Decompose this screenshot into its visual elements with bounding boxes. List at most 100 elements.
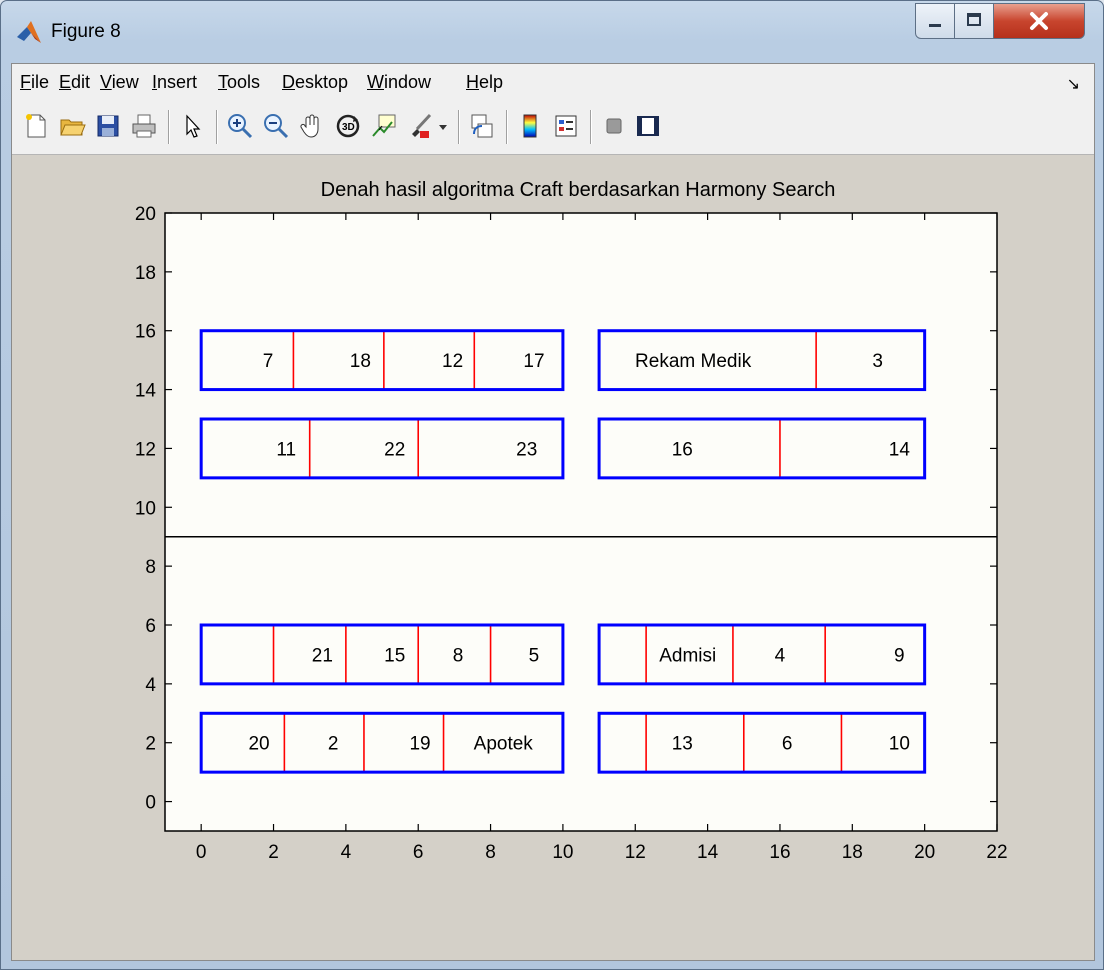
print-icon[interactable] [130,112,158,140]
y-tick-label: 10 [135,498,156,519]
x-tick-label: 16 [769,842,790,863]
menu-bar: File Edit View Insert Tools Desktop Window Help… [12,64,1094,101]
maximize-button[interactable] [954,3,994,39]
figure-canvas: Denah hasil algoritma Craft berdasarkan … [12,155,1094,960]
menu-edit[interactable]: Edit [59,72,90,93]
y-tick-label: 12 [135,439,156,460]
matlab-logo-icon [17,21,41,43]
data-cursor-icon[interactable] [370,112,398,140]
insert-colorbar-icon[interactable] [516,112,544,140]
menu-insert[interactable]: Insert [152,72,197,93]
x-tick-label: 2 [268,842,279,863]
maximize-icon [967,13,981,26]
x-tick-label: 0 [196,842,207,863]
menu-accelerator: E [59,72,72,92]
menu-desktop[interactable]: Desktop [282,72,348,93]
figure-client-area: File Edit View Insert Tools Desktop Window Help… [11,63,1095,961]
room-label: 5 [529,645,540,666]
zoom-in-icon[interactable] [226,112,254,140]
x-tick-label: 6 [413,842,424,863]
pan-hand-icon[interactable] [298,112,326,140]
y-tick-label: 14 [135,381,157,402]
insert-legend-icon[interactable] [552,112,580,140]
menu-accelerator: W [367,72,384,92]
toolbar-separator [168,110,170,144]
room-label: 14 [889,439,911,460]
room-label: 11 [276,439,296,460]
open-file-icon[interactable] [58,112,86,140]
y-tick-label: 6 [145,616,156,637]
close-button[interactable] [993,3,1085,39]
menu-view[interactable]: View [100,72,139,93]
save-icon[interactable] [94,112,122,140]
menu-accelerator: T [218,72,227,92]
room-label: 16 [672,439,693,460]
toolbar-separator [458,110,460,144]
close-icon [1030,12,1048,30]
new-figure-icon[interactable] [22,112,50,140]
menu-window[interactable]: Window [367,72,431,93]
room-label: 10 [889,734,910,755]
menu-accelerator: V [100,72,112,92]
rotate-3d-icon[interactable]: 3D [334,112,362,140]
y-tick-label: 18 [135,263,156,284]
y-tick-label: 4 [145,675,156,696]
menu-accelerator: H [466,72,479,92]
room-label: Admisi [659,645,716,666]
room-label: Apotek [474,734,534,755]
axes-box[interactable] [164,212,998,832]
hide-plot-tools-icon[interactable] [600,112,628,140]
dock-figure-icon[interactable]: ↘ [1067,74,1080,94]
chart-title: Denah hasil algoritma Craft berdasarkan … [321,179,836,201]
room-label: 21 [312,645,333,666]
room-label: 2 [328,734,339,755]
room-label: 6 [782,734,793,755]
room-label: 17 [523,351,544,372]
room-label: 9 [894,645,905,666]
menu-accelerator: F [20,72,31,92]
room-label: 12 [442,351,463,372]
edit-plot-arrow-icon[interactable] [178,112,206,140]
room-label: 7 [263,351,274,372]
menu-tools[interactable]: Tools [218,72,260,93]
link-plot-icon[interactable] [468,112,496,140]
room-label: 3 [872,351,883,372]
room-label: 8 [453,645,464,666]
x-tick-label: 18 [842,842,863,863]
title-bar[interactable]: Figure 8 [1,1,1103,61]
brush-icon[interactable] [406,112,434,140]
minimize-icon [929,24,941,27]
toolbar-separator [216,110,218,144]
figure-window: Figure 8 File Edit View Insert Tools Desktop W… [0,0,1104,970]
room-label: 4 [775,645,786,666]
menu-accelerator: I [152,72,158,92]
plot-svg: Denah hasil algoritma Craft berdasarkan … [135,179,1008,863]
zoom-out-icon[interactable] [262,112,290,140]
svg-text:3D: 3D [342,122,355,133]
figure-toolbar: 3D [12,100,1094,155]
toolbar-separator [590,110,592,144]
y-tick-label: 8 [145,557,156,578]
x-tick-label: 12 [625,842,646,863]
x-tick-label: 20 [914,842,935,863]
y-tick-label: 20 [135,204,156,225]
room-label: 19 [409,734,430,755]
room-label: 15 [384,645,405,666]
room-label: 18 [350,351,371,372]
toolbar-separator [506,110,508,144]
x-tick-label: 4 [341,842,352,863]
show-plot-tools-icon[interactable] [634,112,662,140]
x-tick-label: 8 [485,842,496,863]
brush-dropdown-icon[interactable] [436,112,450,140]
x-tick-label: 14 [697,842,719,863]
y-tick-label: 2 [145,734,156,755]
room-label: 13 [672,734,693,755]
menu-accelerator: D [282,72,295,92]
y-tick-label: 16 [135,322,156,343]
room-label: 22 [384,439,405,460]
menu-file[interactable]: File [20,72,49,93]
room-label: 23 [516,439,537,460]
menu-help[interactable]: Help [466,72,503,93]
minimize-button[interactable] [915,3,955,39]
x-tick-label: 22 [986,842,1007,863]
